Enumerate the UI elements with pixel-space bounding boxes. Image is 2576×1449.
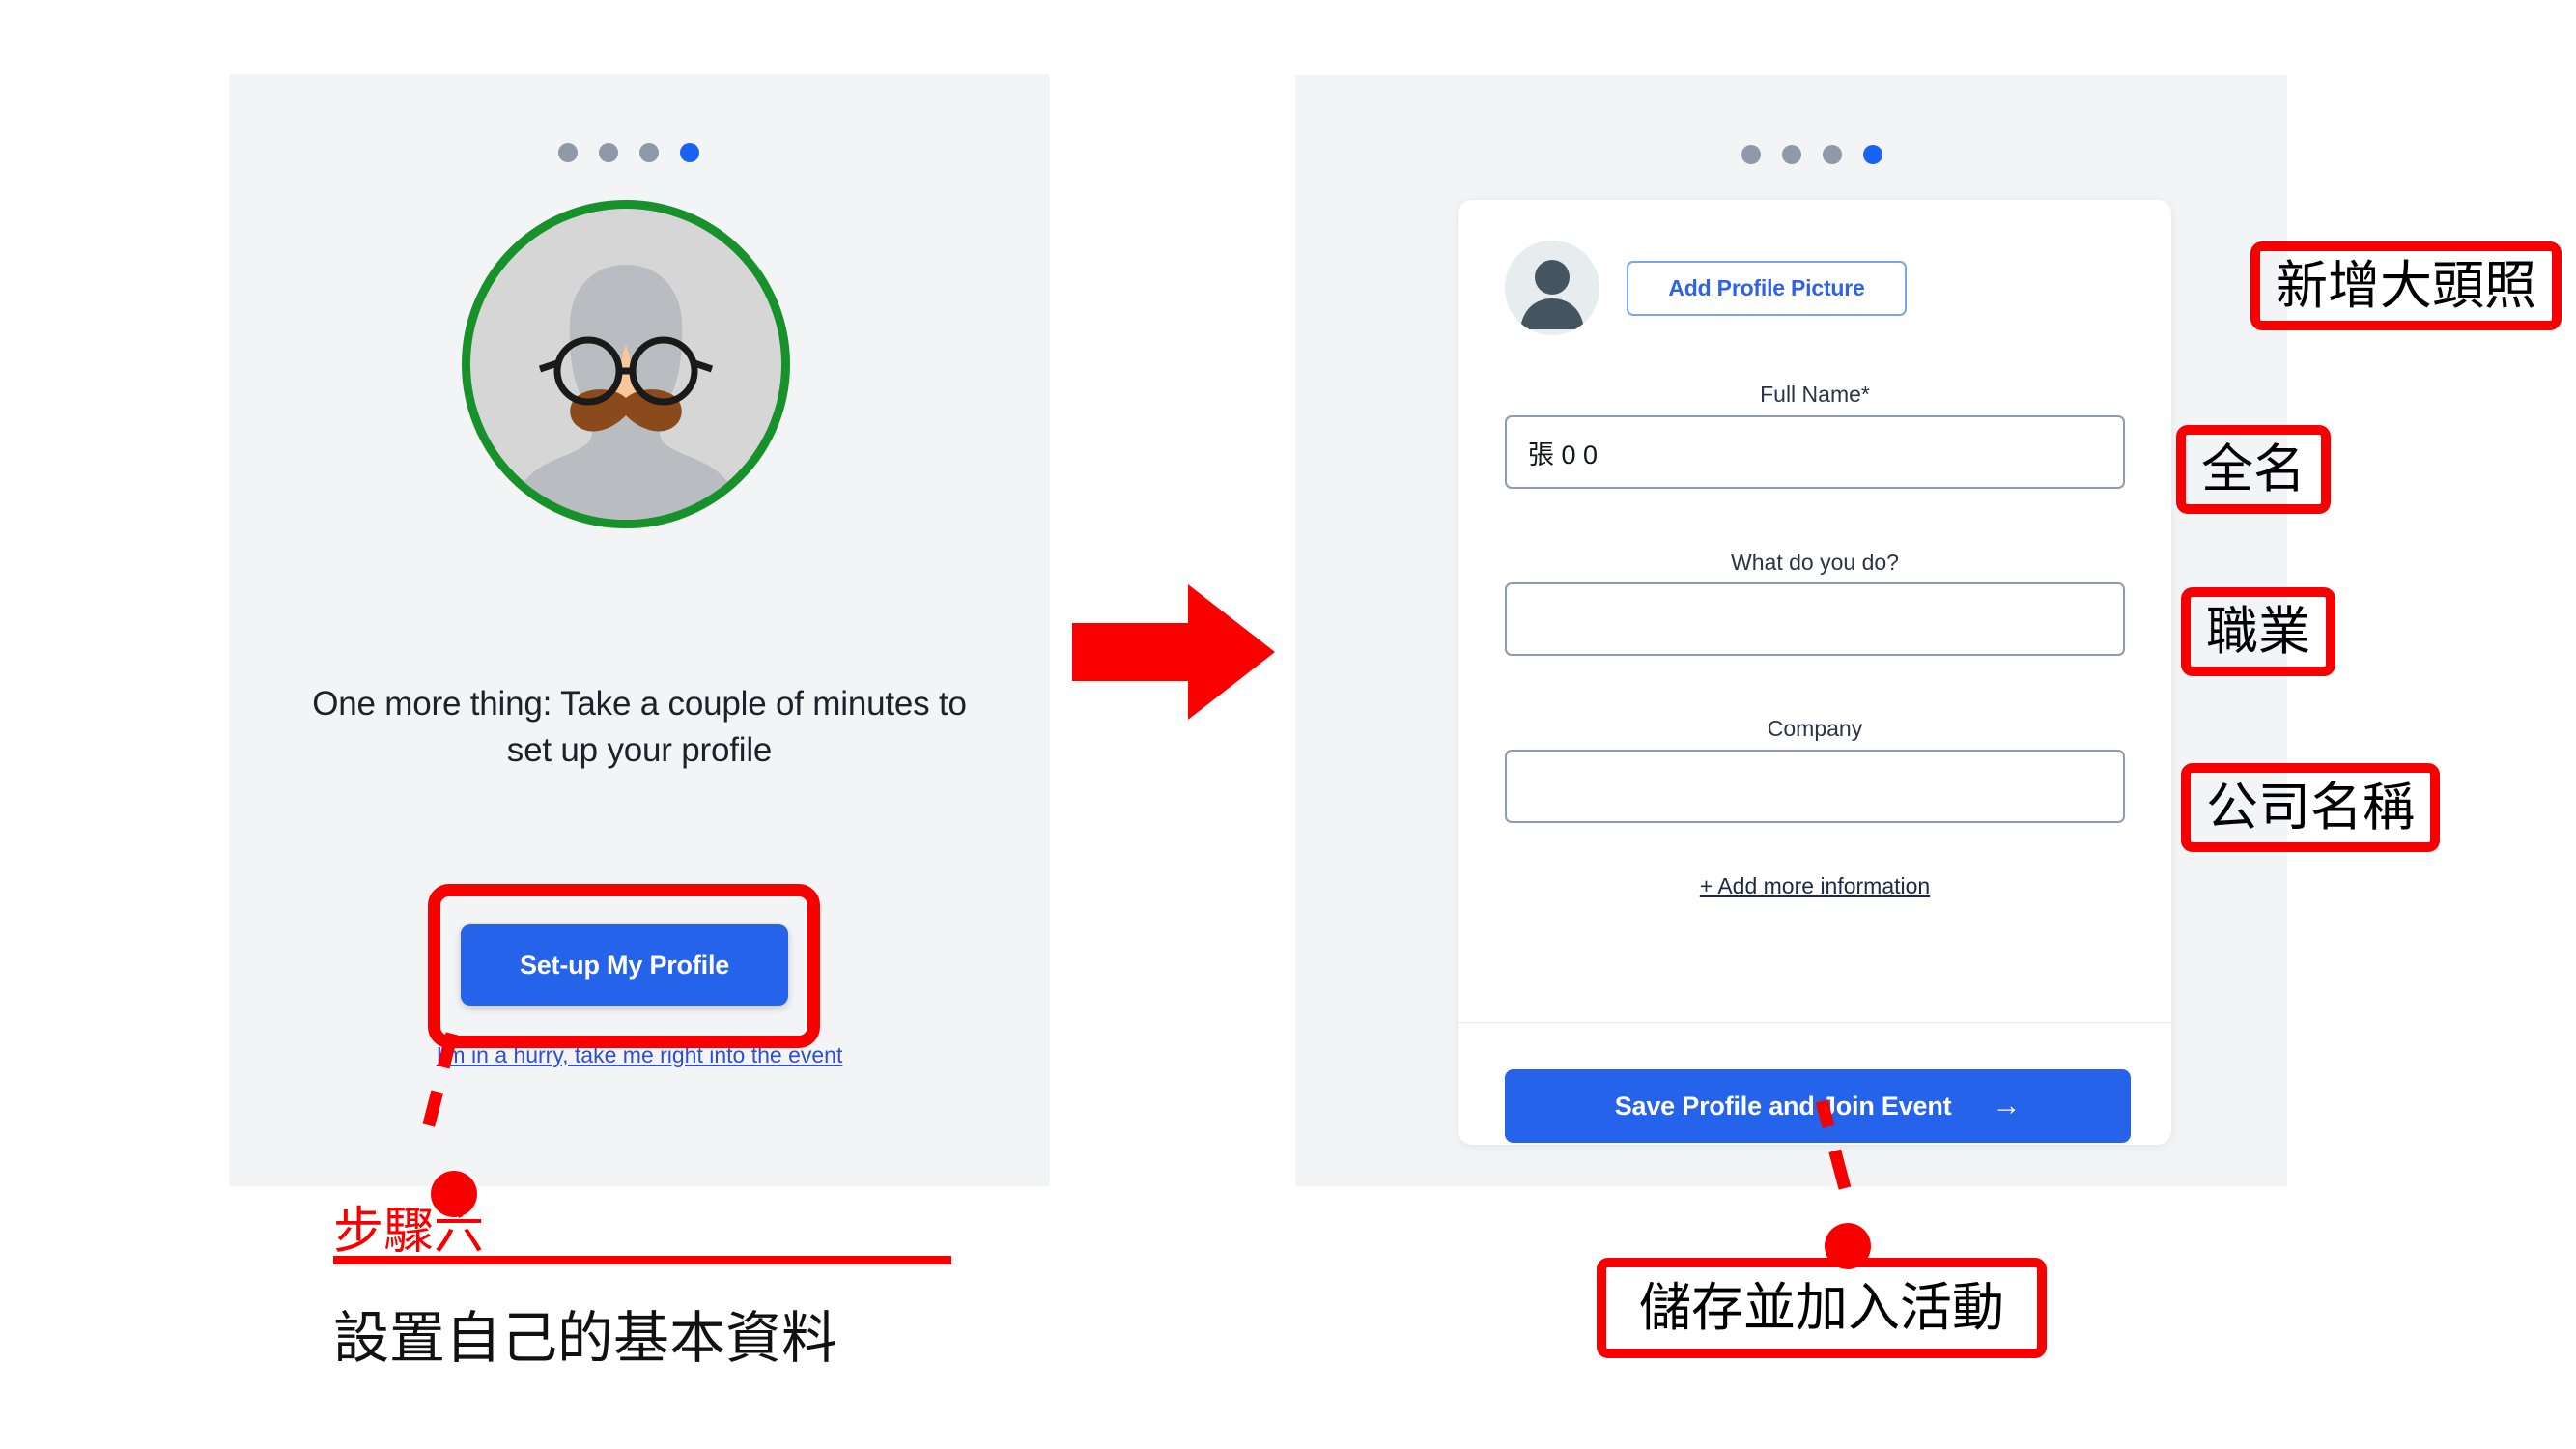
profile-avatar-preview	[462, 200, 790, 528]
profile-picture-row: Add Profile Picture	[1505, 241, 1907, 335]
save-button-label: Save Profile and Join Event	[1614, 1091, 1952, 1121]
red-right-arrow-icon	[1072, 584, 1275, 720]
step-dot-1[interactable]	[558, 143, 578, 162]
right-step-indicator	[1741, 145, 1882, 164]
step-dot-4[interactable]	[1863, 145, 1882, 164]
full-name-label: Full Name*	[1760, 382, 1870, 407]
step-dot-2[interactable]	[599, 143, 618, 162]
screenshot-canvas: One more thing: Take a couple of minutes…	[0, 0, 2576, 1449]
step-dot-1[interactable]	[1741, 145, 1761, 164]
callout-save-and-join: 儲存並加入活動	[1597, 1258, 2047, 1358]
card-divider	[1458, 1022, 2171, 1023]
callout-company-name: 公司名稱	[2181, 763, 2440, 852]
step-label-underline	[333, 1256, 951, 1264]
add-profile-picture-button[interactable]: Add Profile Picture	[1627, 260, 1907, 316]
occupation-label: What do you do?	[1731, 550, 1899, 575]
step-dot-4[interactable]	[680, 143, 699, 162]
step-dot-3[interactable]	[639, 143, 659, 162]
occupation-input[interactable]	[1505, 582, 2125, 656]
setup-button-highlight-box	[428, 884, 820, 1048]
right-profile-form-screen: Add Profile Picture Full Name* What do y…	[1295, 75, 2287, 1186]
callout-full-name: 全名	[2176, 425, 2331, 514]
save-profile-and-join-event-button[interactable]: Save Profile and Join Event →	[1505, 1069, 2131, 1143]
step-dot-3[interactable]	[1823, 145, 1842, 164]
avatar-with-glasses-and-moustache-icon	[513, 265, 739, 520]
left-step-indicator	[558, 143, 699, 162]
profile-form-card: Add Profile Picture Full Name* What do y…	[1458, 200, 2171, 1145]
profile-form-body: Add Profile Picture Full Name* What do y…	[1458, 200, 2171, 1022]
step-description-text: 設置自己的基本資料	[333, 1305, 838, 1371]
onboarding-headline: One more thing: Take a couple of minutes…	[312, 685, 967, 770]
company-label: Company	[1767, 716, 1863, 741]
avatar	[1505, 241, 1599, 335]
callout-occupation: 職業	[2181, 587, 2335, 676]
full-name-input[interactable]	[1505, 415, 2125, 489]
arrow-right-icon: →	[1992, 1090, 2022, 1122]
callout-add-profile-picture: 新增大頭照	[2250, 242, 2562, 330]
step-dot-2[interactable]	[1782, 145, 1801, 164]
add-more-information-link[interactable]: + Add more information	[1458, 873, 2171, 899]
company-input[interactable]	[1505, 750, 2125, 823]
default-person-avatar-icon	[1505, 241, 1599, 335]
step-number-label: 步驟六	[333, 1203, 485, 1261]
